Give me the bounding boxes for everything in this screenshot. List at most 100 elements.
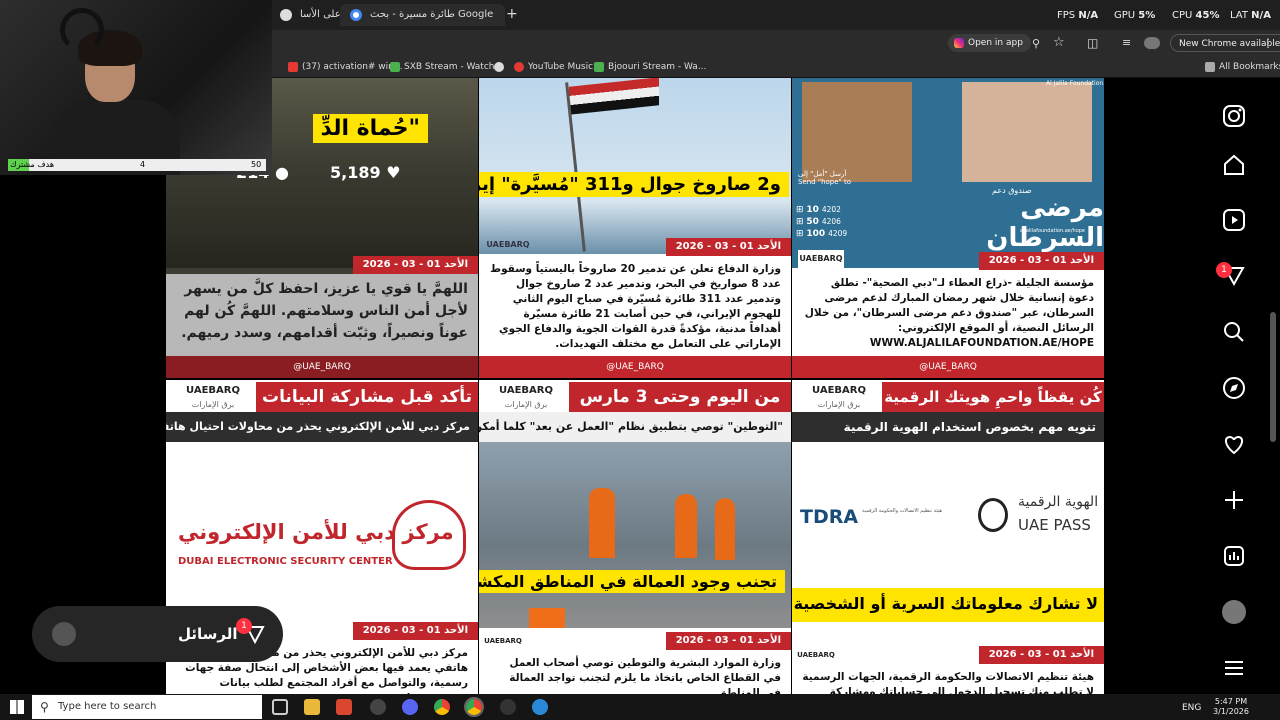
file-explorer-icon[interactable] bbox=[304, 699, 320, 715]
extensions-icon[interactable]: ◫ bbox=[1087, 36, 1098, 50]
traffic-cone bbox=[529, 608, 565, 628]
post-date: الأحد 01 - 03 - 2026 bbox=[352, 256, 478, 274]
more-menu-icon[interactable] bbox=[1220, 654, 1248, 682]
webcam-overlay bbox=[0, 0, 272, 175]
chrome-menu-icon[interactable]: ⋮ bbox=[1262, 36, 1274, 50]
language-indicator[interactable]: ENG bbox=[1182, 703, 1201, 713]
windows-start-icon[interactable] bbox=[10, 700, 24, 714]
grid-post[interactable]: UAEBARQ برق الإمارات من اليوم وحتى 3 مارس… bbox=[479, 380, 791, 694]
browser-tab[interactable]: انتر على الأسا bbox=[270, 4, 350, 26]
post-headline: "حُماة الدِّ bbox=[312, 114, 428, 143]
heart-icon: ♥ bbox=[386, 163, 401, 182]
bookmark-item[interactable]: Bjoouri Stream - Wa... bbox=[594, 60, 706, 74]
home-icon[interactable] bbox=[1220, 151, 1248, 179]
profile-avatar[interactable] bbox=[1222, 600, 1246, 624]
chrome-icon[interactable] bbox=[464, 697, 484, 717]
post-headline: لا تشارك معلوماتك السرية أو الشخصية bbox=[793, 594, 1098, 613]
subscriber-goal-bar: هدف مشترك 4 50 bbox=[8, 159, 266, 171]
post-subtitle: تنويه مهم بخصوص استخدام الهوية الرقمية bbox=[792, 412, 1104, 442]
post-date: الأحد 01 - 03 - 2026 bbox=[978, 646, 1104, 664]
stream-site-icon bbox=[390, 62, 400, 72]
post-handle: @UAE_BARQ bbox=[166, 356, 478, 378]
messages-button[interactable]: الرسائل 1 bbox=[32, 606, 283, 662]
bookmark-item[interactable]: YouTube Music bbox=[514, 60, 593, 74]
reels-icon[interactable] bbox=[1220, 206, 1248, 234]
gpu-stat: GPU 5% bbox=[1114, 10, 1156, 21]
post-title: كُن يقظاً واحمِ هويتك الرقمية bbox=[882, 382, 1104, 412]
post-title: تأكد قبل مشاركة البيانات bbox=[256, 382, 478, 412]
search-icon[interactable] bbox=[1220, 318, 1248, 346]
task-view-icon[interactable] bbox=[272, 699, 288, 715]
cancer-fund-title: مرضى السرطان bbox=[986, 193, 1104, 253]
post-handle: @UAE_BARQ bbox=[792, 356, 1104, 378]
post-date: الأحد 01 - 03 - 2026 bbox=[352, 622, 478, 640]
instagram-app-icon bbox=[954, 38, 964, 48]
fingerprint-icon bbox=[978, 498, 1008, 532]
send-hope-text: أرسل "أمل" إلى Send "hope" to bbox=[798, 170, 852, 186]
search-icon: ⚲ bbox=[40, 700, 49, 714]
post-subtitle: "التوطين" توصي بتطبيق نظام "العمل عن بعد… bbox=[479, 412, 791, 442]
worker-figure bbox=[675, 494, 697, 558]
woman-photo bbox=[962, 82, 1092, 182]
post-caption: وزارة الدفاع تعلن عن تدمير 20 صاروخاً با… bbox=[479, 258, 791, 354]
edge-icon[interactable] bbox=[532, 699, 548, 715]
child-photo bbox=[802, 82, 912, 182]
instagram-icon[interactable] bbox=[1220, 102, 1248, 130]
worker-figure bbox=[715, 498, 735, 560]
chrome-icon[interactable] bbox=[434, 699, 450, 715]
stream-site-icon bbox=[594, 62, 604, 72]
app-icon[interactable] bbox=[370, 699, 386, 715]
goal-current: 4 bbox=[140, 160, 146, 169]
fps-stat: FPS N/A bbox=[1057, 10, 1099, 21]
post-caption: هيئة تنظيم الاتصالات والحكومة الرقمية، ا… bbox=[792, 666, 1104, 694]
bookmark-item[interactable]: SXB Stream - Watch... bbox=[390, 60, 503, 74]
discord-icon[interactable] bbox=[402, 699, 418, 715]
all-bookmarks-button[interactable]: All Bookmarks bbox=[1205, 60, 1280, 74]
org-name: Al Jalila Foundation bbox=[1046, 80, 1104, 87]
explore-compass-icon[interactable] bbox=[1220, 374, 1248, 402]
app-icon[interactable] bbox=[336, 699, 352, 715]
insights-icon[interactable] bbox=[1220, 542, 1248, 570]
post-date: الأحد 01 - 03 - 2026 bbox=[665, 238, 791, 256]
new-tab-button[interactable]: + bbox=[506, 6, 518, 22]
browser-tab-active[interactable]: طائرة مسيرة - بحث Google bbox=[340, 4, 505, 26]
grid-post[interactable]: و2 صاروخ جوال و311 "مُسيَّرة" إيرانية UA… bbox=[479, 78, 791, 378]
post-caption: اللهمَّ يا قوي يا عزيز، احفظ كلَّ من يسه… bbox=[166, 274, 478, 356]
notification-badge: 1 bbox=[1216, 262, 1232, 278]
open-in-app-button[interactable]: Open in app bbox=[948, 34, 1031, 52]
profile-avatar[interactable] bbox=[1144, 37, 1160, 49]
create-plus-icon[interactable] bbox=[1220, 486, 1248, 514]
chat-avatar bbox=[52, 622, 76, 646]
messages-badge: 1 bbox=[236, 618, 252, 634]
post-caption: مؤسسة الجليلة -ذراع العطاء لـ"دبي الصحية… bbox=[792, 272, 1104, 356]
youtube-music-icon bbox=[514, 62, 524, 72]
post-subtitle: مركز دبي للأمن الإلكتروني يحذر من محاولا… bbox=[166, 412, 478, 442]
post-date: الأحد 01 - 03 - 2026 bbox=[665, 632, 791, 650]
bookmark-star-icon[interactable]: ☆ bbox=[1053, 35, 1065, 50]
reading-list-icon[interactable]: ≡ bbox=[1122, 36, 1131, 49]
uae-barq-logo: UAEBARQ برق الإمارات bbox=[170, 382, 256, 410]
heart-icon[interactable] bbox=[1220, 430, 1248, 458]
zoom-icon[interactable]: ⚲ bbox=[1032, 37, 1040, 50]
tdra-logo: TDRA bbox=[800, 506, 859, 528]
bookmark-item[interactable] bbox=[494, 60, 508, 74]
post-caption: وزارة الموارد البشرية والتوطين توصي أصحا… bbox=[479, 652, 791, 694]
taskbar-clock[interactable]: 5:47 PM 3/1/2026 bbox=[1208, 697, 1254, 717]
goal-target: 50 bbox=[251, 160, 262, 169]
google-icon bbox=[350, 9, 362, 21]
folder-icon bbox=[1205, 62, 1215, 72]
uae-pass-logo: UAE PASS bbox=[1018, 516, 1091, 534]
uae-barq-logo: UAEBARQ bbox=[796, 646, 836, 664]
uae-barq-logo: UAEBARQ برق الإمارات bbox=[796, 382, 882, 410]
tdra-logo-caption: هيئة تنظيم الاتصالات والحكومة الرقمية bbox=[862, 508, 942, 514]
youtube-icon bbox=[288, 62, 298, 72]
page-scrollbar[interactable] bbox=[1270, 312, 1276, 442]
lat-stat: LAT N/A bbox=[1230, 10, 1271, 21]
uae-pass-arabic: الهوية الرقمية bbox=[1018, 494, 1099, 510]
bookmark-item[interactable]: (37) activation# win... bbox=[288, 60, 402, 74]
grid-post[interactable]: Al Jalila Foundation أرسل "أمل" إلى Send… bbox=[792, 78, 1104, 378]
app-icon[interactable] bbox=[500, 699, 516, 715]
grid-post[interactable]: UAEBARQ برق الإمارات كُن يقظاً واحمِ هويت… bbox=[792, 380, 1104, 694]
cpu-stat: CPU 45% bbox=[1172, 10, 1220, 21]
taskbar-search-input[interactable]: ⚲ Type here to search bbox=[32, 695, 262, 719]
